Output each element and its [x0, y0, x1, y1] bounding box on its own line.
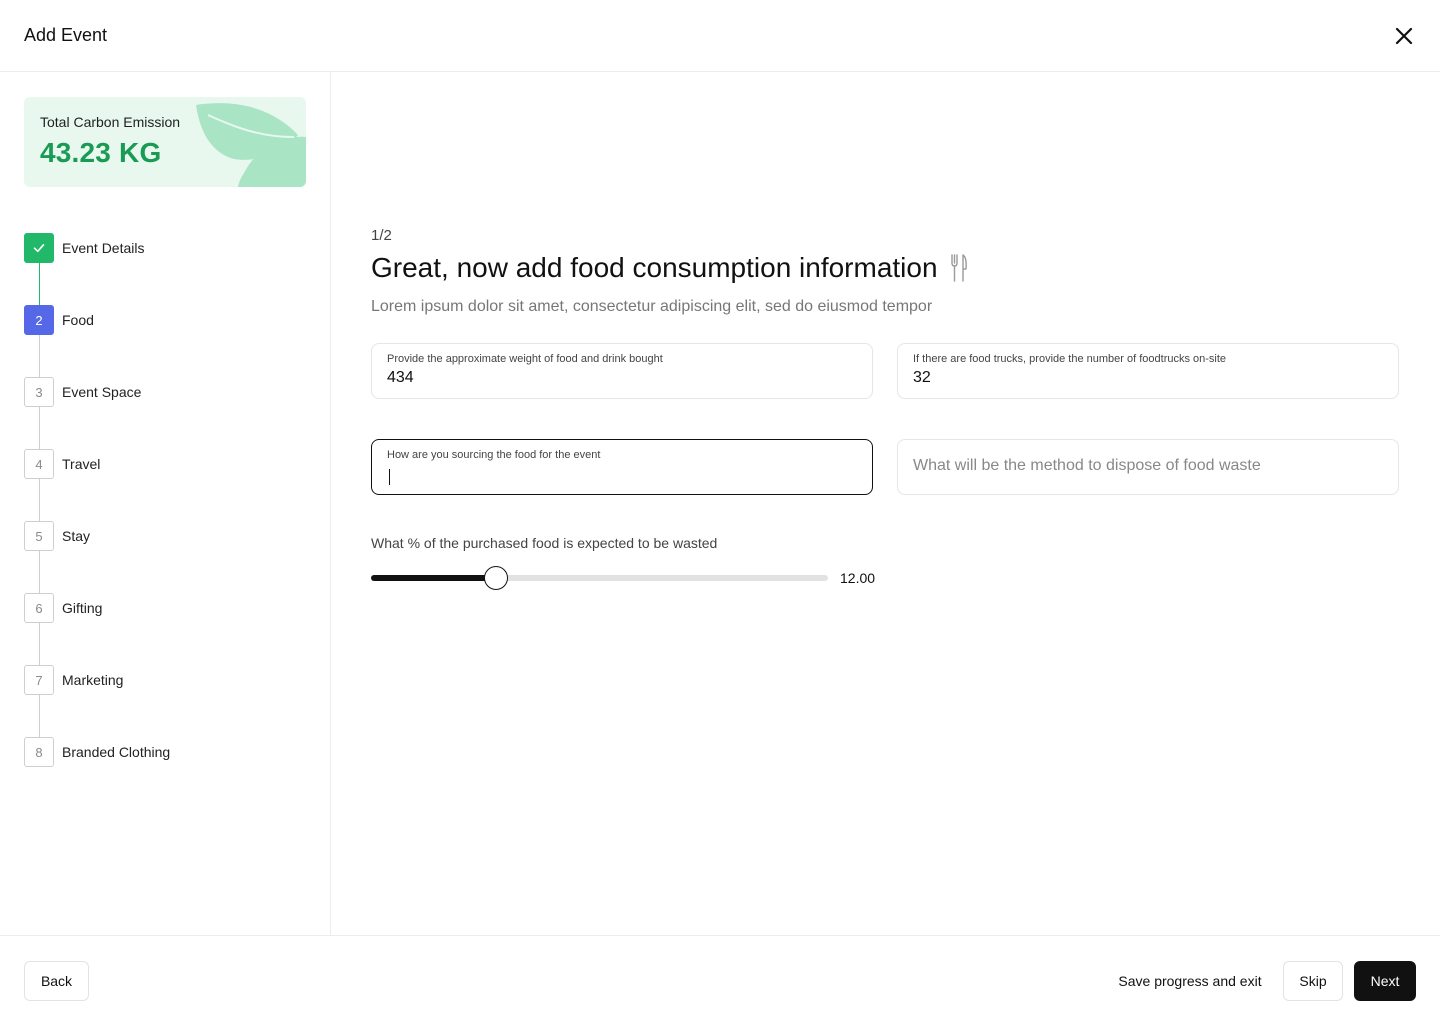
step-number: 5 [24, 521, 54, 551]
add-event-dialog: Add Event Total Carbon Emission 43.23 KG [0, 0, 1440, 1024]
dialog-footer: Back Save progress and exit Skip Next [0, 935, 1440, 1024]
step-label: Event Details [62, 240, 145, 256]
food-weight-field[interactable]: Provide the approximate weight of food a… [371, 343, 873, 399]
step-connector [39, 263, 40, 305]
step-stay[interactable]: 5 Stay [24, 521, 90, 551]
field-label: If there are food trucks, provide the nu… [913, 353, 1227, 365]
emission-label: Total Carbon Emission [40, 114, 181, 130]
waste-slider-value: 12.00 [840, 570, 876, 586]
leaf-icon [196, 103, 306, 187]
sidebar: Total Carbon Emission 43.23 KG Event Det… [0, 72, 331, 935]
step-number: 3 [24, 377, 54, 407]
step-connector [39, 407, 40, 449]
step-food[interactable]: 2 Food [24, 305, 94, 335]
food-sourcing-field[interactable]: How are you sourcing the food for the ev… [371, 439, 873, 495]
step-label: Event Space [62, 384, 142, 400]
step-label: Travel [62, 456, 101, 472]
step-number: 8 [24, 737, 54, 767]
fork-knife-icon [950, 253, 968, 283]
step-label: Gifting [62, 600, 103, 616]
field-label: Provide the approximate weight of food a… [387, 353, 663, 365]
text-cursor [389, 469, 390, 485]
step-label: Marketing [62, 672, 124, 688]
back-button[interactable]: Back [24, 961, 89, 1001]
page-heading: Great, now add food consumption informat… [371, 252, 968, 284]
carbon-emission-card: Total Carbon Emission 43.23 KG [24, 97, 306, 187]
step-marketing[interactable]: 7 Marketing [24, 665, 123, 695]
waste-slider-label: What % of the purchased food is expected… [371, 535, 718, 551]
step-connector [39, 335, 40, 377]
step-connector [39, 695, 40, 737]
food-disposal-field[interactable]: What will be the method to dispose of fo… [897, 439, 1399, 495]
food-trucks-field[interactable]: If there are food trucks, provide the nu… [897, 343, 1399, 399]
close-icon [1395, 27, 1413, 45]
check-icon [33, 244, 45, 253]
step-connector [39, 551, 40, 593]
skip-button[interactable]: Skip [1283, 961, 1343, 1001]
field-label: How are you sourcing the food for the ev… [387, 449, 601, 461]
save-progress-button[interactable]: Save progress and exit [1104, 961, 1276, 1001]
step-connector [39, 623, 40, 665]
main-content: 1/2 Great, now add food consumption info… [331, 72, 1440, 935]
emission-value: 43.23 KG [40, 137, 162, 168]
close-button[interactable] [1388, 20, 1420, 52]
waste-slider[interactable] [371, 565, 828, 591]
step-number: 7 [24, 665, 54, 695]
field-placeholder: What will be the method to dispose of fo… [913, 457, 1261, 474]
step-event-space[interactable]: 3 Event Space [24, 377, 141, 407]
step-number: 2 [24, 305, 54, 335]
slider-thumb[interactable] [484, 566, 508, 590]
step-counter: 1/2 [371, 227, 392, 244]
dialog-header: Add Event [0, 0, 1440, 72]
step-number: 6 [24, 593, 54, 623]
page-subtitle: Lorem ipsum dolor sit amet, consectetur … [371, 298, 933, 315]
step-label: Food [62, 312, 94, 328]
slider-fill [371, 575, 496, 581]
step-number: 4 [24, 449, 54, 479]
step-label: Stay [62, 528, 91, 544]
step-travel[interactable]: 4 Travel [24, 449, 100, 479]
step-status-box [24, 233, 54, 263]
dialog-title: Add Event [24, 25, 108, 45]
step-event-details[interactable]: Event Details [24, 233, 144, 263]
step-gifting[interactable]: 6 Gifting [24, 593, 102, 623]
next-button[interactable]: Next [1354, 961, 1416, 1001]
page-title: Great, now add food consumption informat… [371, 252, 938, 283]
field-value: 32 [913, 369, 931, 386]
step-branded-clothing[interactable]: 8 Branded Clothing [24, 737, 170, 767]
step-connector [39, 479, 40, 521]
field-value: 434 [387, 369, 414, 386]
step-label: Branded Clothing [62, 744, 171, 760]
